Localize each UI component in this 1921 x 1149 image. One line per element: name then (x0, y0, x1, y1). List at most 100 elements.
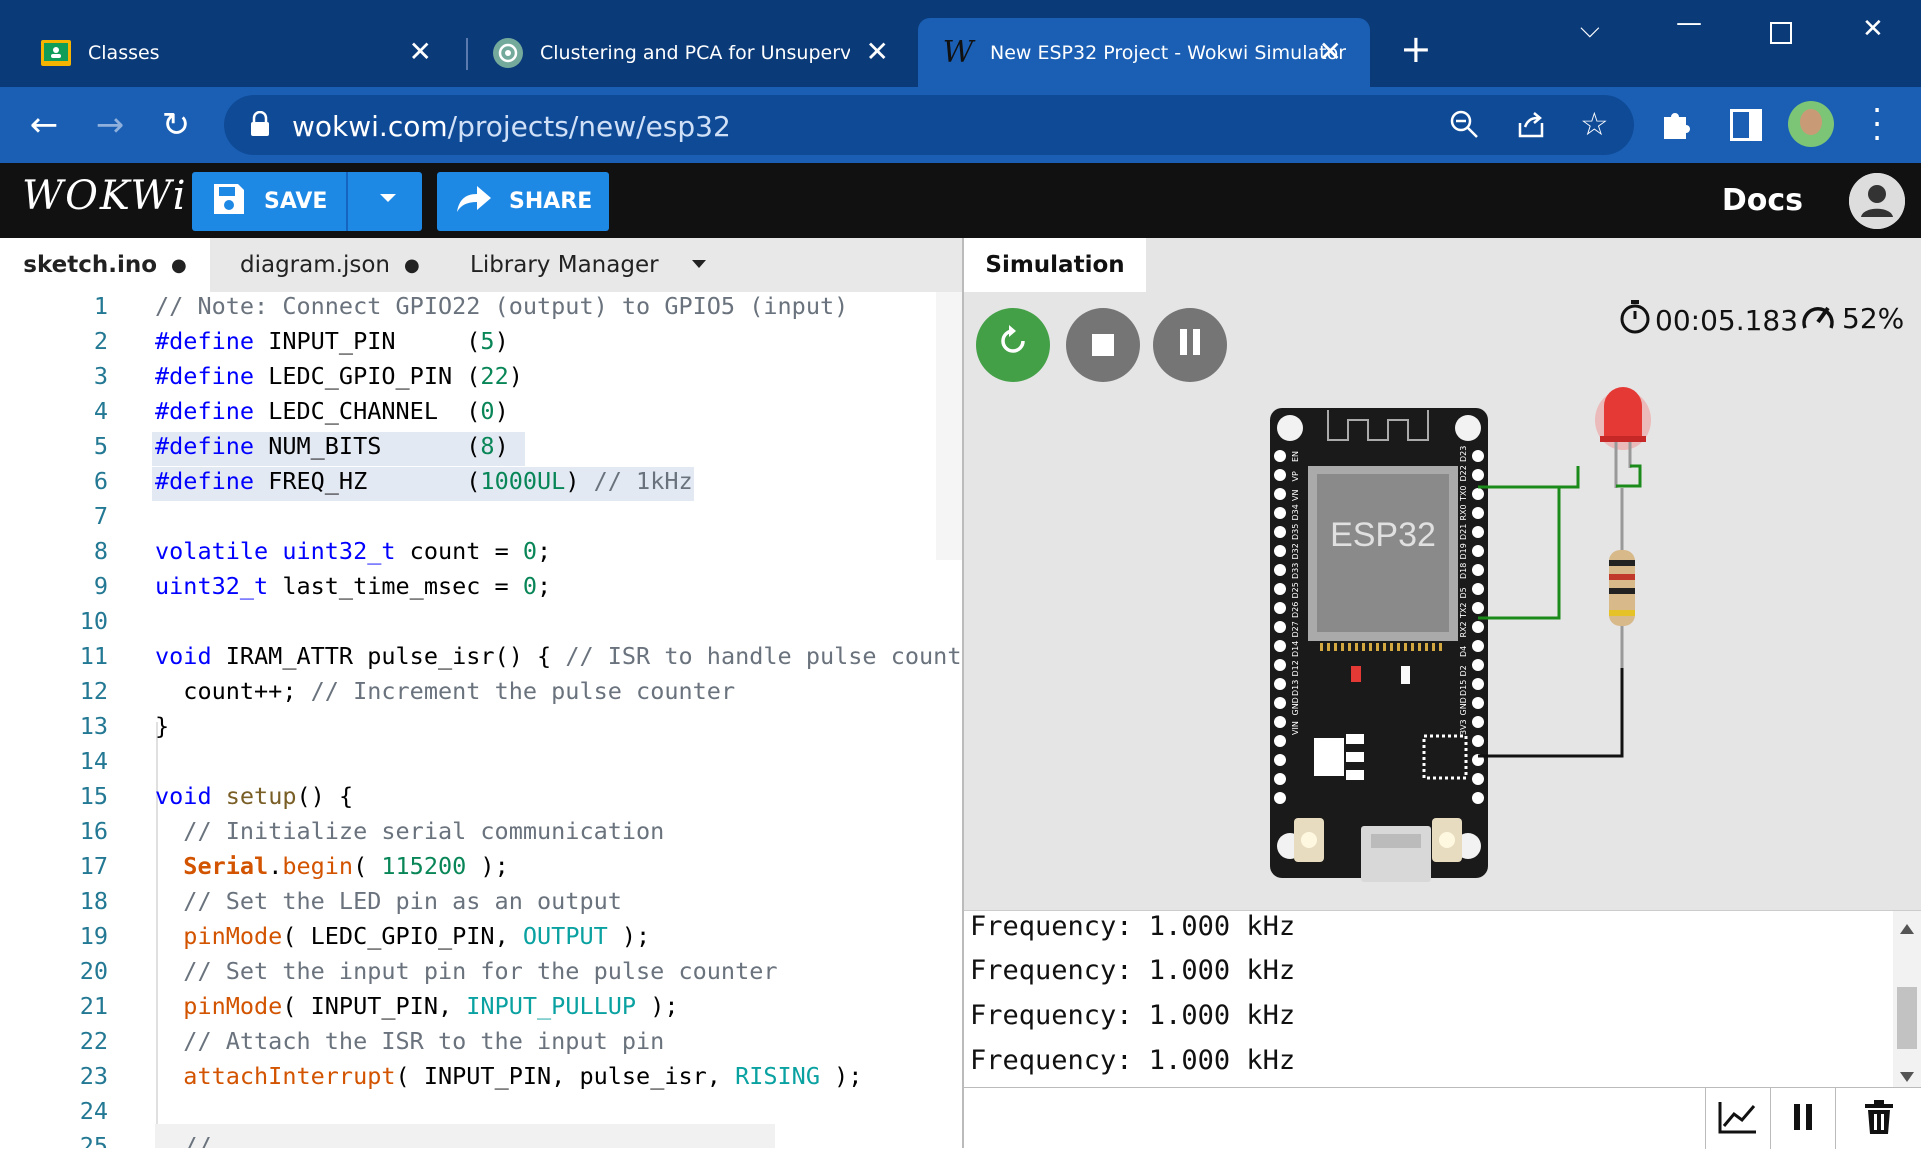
close-icon[interactable]: ✕ (409, 38, 432, 66)
scroll-up-arrow-icon[interactable] (1900, 919, 1914, 938)
scroll-down-arrow-icon[interactable] (1900, 1067, 1914, 1086)
reload-icon[interactable]: ↻ (152, 101, 200, 149)
plotter-button[interactable] (1705, 1088, 1770, 1149)
red-led[interactable] (1595, 387, 1651, 488)
forward-arrow-icon[interactable]: → (86, 101, 134, 149)
tab-sketch-ino[interactable]: sketch.ino ● (0, 238, 210, 292)
tab-library-manager[interactable]: Library Manager (470, 238, 659, 292)
serial-line: Frequency: 1.000 kHz (970, 955, 1296, 986)
serial-input-field[interactable] (964, 1088, 1704, 1149)
pin-label: D5 (1459, 587, 1468, 598)
share-label: SHARE (509, 189, 593, 214)
tab-title: New ESP32 Project - Wokwi Simulator (990, 41, 1347, 64)
pin-label: D18 (1459, 563, 1468, 579)
maximize-icon[interactable] (1770, 22, 1792, 44)
code-line-20: // Set the input pin for the pulse count… (183, 957, 778, 985)
code-line-17: Serial.begin( 115200 ); (183, 852, 509, 880)
browser-tab-clustering[interactable]: Clustering and PCA for Unsupervised Le ✕ (452, 18, 917, 87)
pin-label: D25 (1291, 582, 1300, 598)
line-number: 5 (93, 432, 108, 460)
tab-label: sketch.ino (23, 252, 158, 278)
pin-label: D21 (1459, 524, 1468, 540)
tab-search-chevron-icon[interactable]: ⌵ (1580, 14, 1600, 45)
save-label: SAVE (264, 189, 328, 214)
right-pin-labels: D23 D22 TX0 RX0 D21 D19 D18 D5 TX2 RX2 D4 D2 D15GND 3… (1459, 446, 1468, 735)
tabs-dropdown-chevron-icon[interactable] (690, 256, 708, 275)
simulation-pane: Simulation 00:05.183 52% ESP32 EN VP VN … (964, 238, 1921, 910)
scroll-thumb[interactable] (1897, 987, 1917, 1049)
account-avatar-icon[interactable] (1849, 173, 1905, 229)
pin-label: TX2 (1459, 603, 1468, 619)
power-led (1351, 666, 1361, 682)
circuit-diagram[interactable]: ESP32 EN VP VN D34 D35 D32 D33 D25 D26 D27 D14 D12 D… (964, 238, 1921, 910)
line-number: 25 (79, 1132, 108, 1148)
new-tab-button[interactable]: + (1400, 30, 1432, 68)
zoom-icon[interactable] (1449, 109, 1479, 143)
close-icon[interactable]: ✕ (866, 38, 889, 66)
extensions-icon[interactable] (1660, 107, 1692, 145)
tab-label: diagram.json (240, 252, 390, 278)
minimize-icon[interactable]: — (1676, 8, 1702, 38)
pin-label: GND (1291, 697, 1300, 715)
share-arrow-icon (457, 185, 491, 218)
address-bar[interactable]: wokwi.com/projects/new/esp32 ☆ (224, 95, 1634, 155)
line-number: 19 (79, 922, 108, 950)
wires[interactable] (1478, 466, 1624, 758)
line-number: 24 (79, 1097, 108, 1125)
google-classroom-icon (40, 37, 72, 69)
code-line-4: #define LEDC_CHANNEL (0) (155, 397, 509, 425)
save-dropdown-chevron-icon[interactable] (378, 188, 398, 214)
line-number: 16 (79, 817, 108, 845)
wokwi-logo[interactable]: WOKWi (22, 173, 188, 219)
code-line-25: // ... (155, 1132, 269, 1148)
chip-label: ESP32 (1330, 516, 1436, 554)
chart-icon (1718, 1100, 1758, 1138)
profile-avatar[interactable] (1788, 101, 1834, 147)
pin-label: D23 (1459, 446, 1468, 462)
browser-tab-strip: Classes ✕ Clustering and PCA for Unsuper… (0, 0, 1921, 87)
side-panel-icon[interactable] (1730, 109, 1762, 141)
line-number: 23 (79, 1062, 108, 1090)
chatgpt-icon (492, 37, 524, 69)
line-number: 1 (93, 292, 108, 320)
docs-link[interactable]: Docs (1722, 183, 1803, 218)
tab-title: Clustering and PCA for Unsupervised Le (540, 41, 850, 64)
url-path: /projects/new/esp32 (447, 110, 731, 143)
browser-tab-classes[interactable]: Classes ✕ (0, 18, 460, 87)
lock-icon (250, 110, 270, 141)
line-number: 21 (79, 992, 108, 1020)
pin-label: RX2 (1459, 621, 1468, 637)
line-number: 3 (93, 362, 108, 390)
pin-label: TX0 (1459, 486, 1468, 502)
serial-scrollbar[interactable] (1893, 911, 1921, 1088)
pin-label: GND (1459, 697, 1468, 715)
clear-serial-button[interactable] (1835, 1088, 1921, 1149)
serial-line: Frequency: 1.000 kHz (970, 911, 1296, 942)
code-line-23: attachInterrupt( INPUT_PIN, pulse_isr, R… (183, 1062, 863, 1090)
serial-monitor-output[interactable]: Frequency: 1.000 kHz Frequency: 1.000 kH… (964, 910, 1921, 1088)
save-button[interactable]: SAVE (192, 172, 422, 231)
browser-tab-wokwi[interactable]: W New ESP32 Project - Wokwi Simulator ✕ (918, 18, 1370, 87)
line-number: 22 (79, 1027, 108, 1055)
pin-label: D15 (1459, 680, 1468, 696)
share-page-icon[interactable] (1516, 109, 1546, 143)
code-line-22: // Attach the ISR to the input pin (183, 1027, 665, 1055)
code-line-13: } (155, 712, 170, 740)
unsaved-dot-icon: ● (171, 254, 187, 276)
line-number: 18 (79, 887, 108, 915)
code-line-16: // Initialize serial communication (183, 817, 665, 845)
window-close-icon[interactable]: ✕ (1862, 14, 1884, 44)
tab-diagram-json[interactable]: diagram.json ● (240, 238, 420, 292)
line-number: 8 (93, 537, 108, 565)
resistor[interactable] (1609, 488, 1635, 668)
close-icon[interactable]: ✕ (1319, 38, 1342, 66)
back-arrow-icon[interactable]: ← (20, 101, 68, 149)
bookmark-star-icon[interactable]: ☆ (1580, 105, 1609, 143)
esp32-board[interactable]: ESP32 EN VP VN D34 D35 D32 D33 D25 D26 D27 D14 D12 D… (1270, 408, 1488, 882)
browser-menu-icon[interactable]: · · · (1872, 94, 1882, 154)
code-editor[interactable]: 1 2 3 4 5 6 7 8 9 10 11 12 13 14 15 16 17 18 19 20 21 22 23 24 2… (0, 292, 962, 1148)
serial-line: Frequency: 1.000 kHz (970, 1045, 1296, 1076)
serial-pause-button[interactable] (1770, 1088, 1835, 1149)
editor-scrollbar[interactable] (936, 292, 962, 560)
share-button[interactable]: SHARE (437, 172, 609, 231)
